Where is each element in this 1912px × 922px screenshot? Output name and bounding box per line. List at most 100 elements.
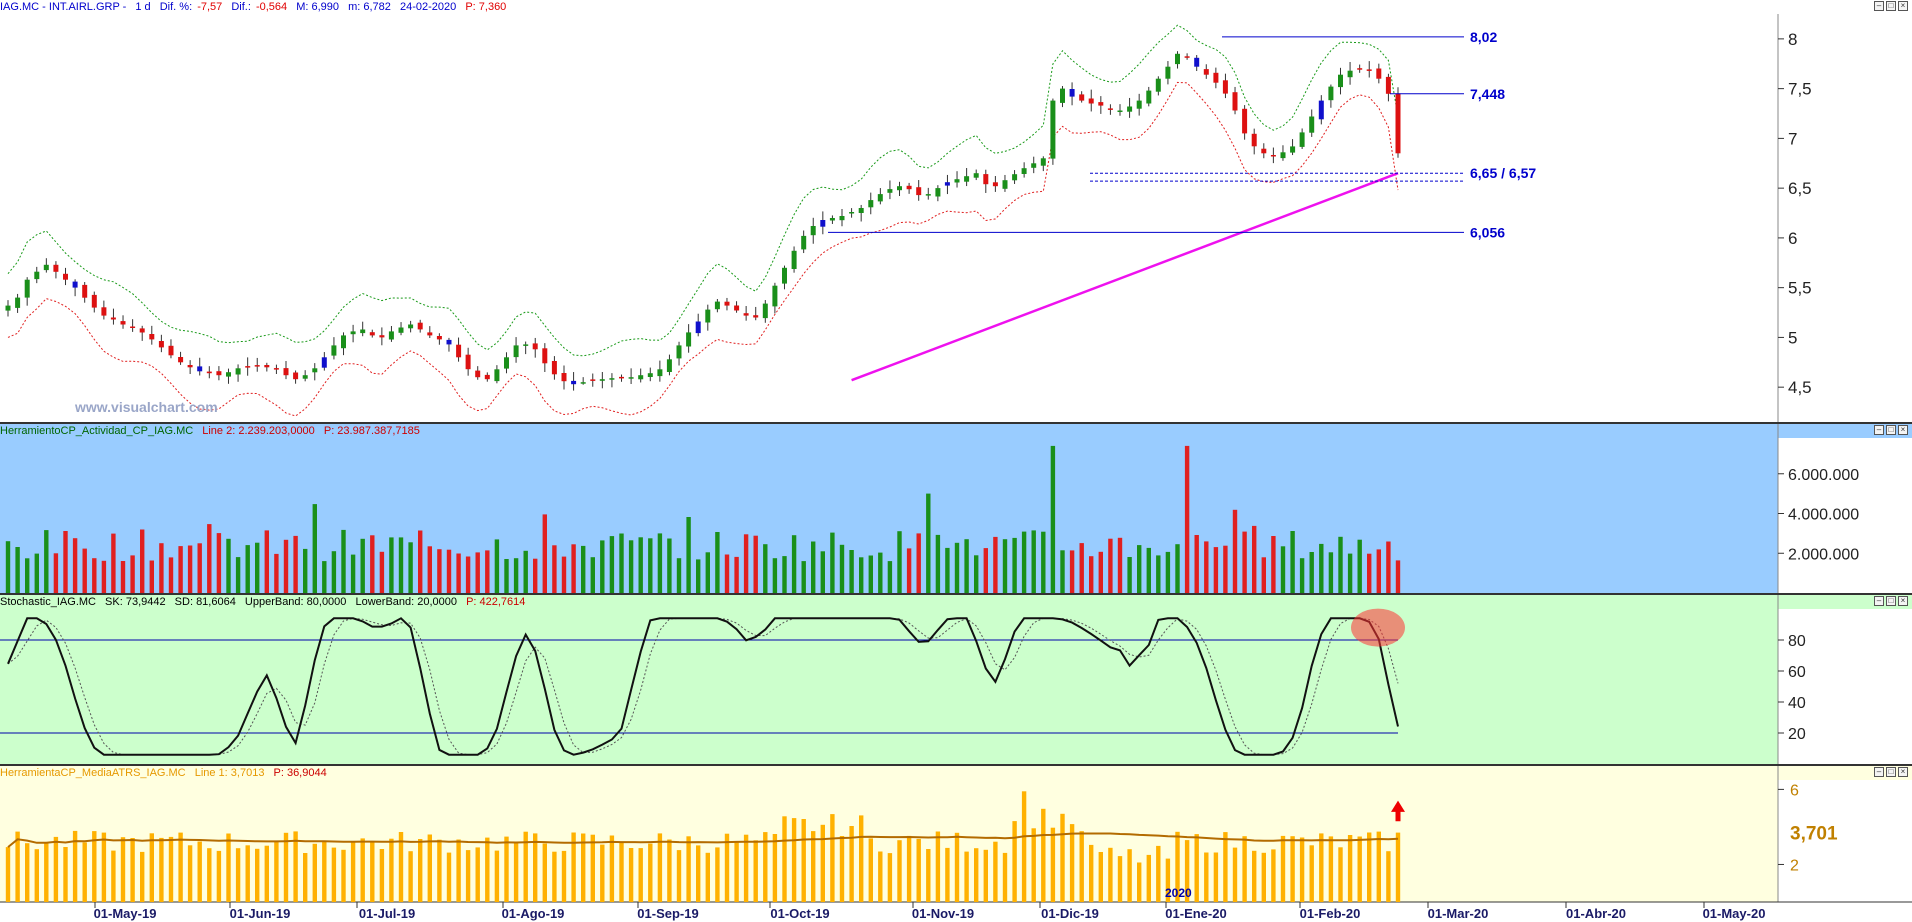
atr-bar bbox=[628, 848, 634, 902]
atr-minimize-icon[interactable]: – bbox=[1874, 767, 1884, 777]
atr-bar bbox=[763, 832, 768, 902]
minimize-icon[interactable]: – bbox=[1874, 1, 1884, 11]
activity-bar bbox=[676, 558, 682, 593]
watermark: www.visualchart.com bbox=[74, 399, 218, 415]
candle-body bbox=[456, 344, 462, 358]
activity-bar bbox=[1108, 538, 1113, 593]
atr-bar bbox=[906, 835, 912, 902]
activity-bar bbox=[255, 542, 260, 593]
stoch-close-icon[interactable]: × bbox=[1898, 596, 1908, 606]
candle-body bbox=[388, 331, 394, 340]
activity-bar bbox=[283, 539, 289, 593]
stochastic-panel-header: Stochastic_IAG.MC SK: 73,9442 SD: 81,606… bbox=[0, 595, 1912, 609]
activity-bar bbox=[5, 541, 11, 593]
activity-bar bbox=[197, 543, 202, 593]
atr-bar bbox=[657, 833, 663, 902]
activity-bar bbox=[619, 533, 624, 593]
atr-bar bbox=[1347, 835, 1353, 902]
atr-bar bbox=[197, 841, 202, 902]
activity-bar bbox=[811, 541, 816, 593]
chart-window: IAG.MC - INT.AIRL.GRP - 1 d Dif. %: -7,5… bbox=[0, 0, 1912, 922]
activity-bar bbox=[235, 557, 241, 593]
atr-bar bbox=[542, 843, 547, 902]
activity-bar bbox=[628, 540, 634, 593]
atr-maximize-icon[interactable]: □ bbox=[1886, 767, 1896, 777]
candle-body bbox=[331, 345, 337, 356]
candle-body bbox=[925, 194, 931, 196]
candle-body bbox=[897, 186, 902, 191]
atr-bar bbox=[638, 848, 643, 902]
activity-bar bbox=[341, 529, 346, 593]
atr-bar bbox=[782, 816, 787, 902]
atr-bar bbox=[1232, 847, 1238, 902]
candle-body bbox=[1175, 53, 1180, 65]
activity-minimize-icon[interactable]: – bbox=[1874, 425, 1884, 435]
level-label: 6,65 / 6,57 bbox=[1470, 165, 1536, 181]
atr-close-icon[interactable]: × bbox=[1898, 767, 1908, 777]
candle-body bbox=[1385, 76, 1391, 94]
close-icon[interactable]: × bbox=[1898, 1, 1908, 11]
candle-body bbox=[580, 382, 586, 384]
level-label: 6,056 bbox=[1470, 224, 1505, 240]
activity-bar bbox=[350, 554, 356, 593]
atr-bar bbox=[571, 832, 576, 902]
atr-bar bbox=[341, 849, 346, 902]
atr-bar bbox=[408, 851, 413, 902]
candle-body bbox=[964, 176, 970, 182]
activity-bar bbox=[542, 514, 547, 593]
atr-bar bbox=[791, 818, 797, 902]
atr-bar bbox=[255, 848, 260, 902]
candle-body bbox=[283, 368, 289, 376]
activity-panel-header: HerramientoCP_Actividad_CP_IAG.MC Line 2… bbox=[0, 424, 1912, 438]
activity-bar bbox=[533, 558, 538, 593]
activity-bar bbox=[418, 530, 423, 593]
activity-close-icon[interactable]: × bbox=[1898, 425, 1908, 435]
atr-bar bbox=[945, 847, 950, 902]
stoch-minimize-icon[interactable]: – bbox=[1874, 596, 1884, 606]
activity-bar bbox=[1271, 536, 1276, 593]
atr-bar bbox=[1175, 831, 1180, 902]
atr-bar bbox=[533, 833, 538, 902]
time-tick-label: 01-Feb-20 bbox=[1300, 906, 1361, 921]
activity-bar bbox=[705, 552, 710, 593]
activity-maximize-icon[interactable]: □ bbox=[1886, 425, 1896, 435]
atr-bar bbox=[293, 831, 298, 902]
activity-bar bbox=[1252, 525, 1257, 593]
candle-body bbox=[446, 339, 452, 345]
atr-bar bbox=[1204, 852, 1209, 902]
activity-bar bbox=[216, 533, 222, 593]
candle-body bbox=[427, 332, 433, 336]
candle-body bbox=[1050, 100, 1056, 159]
candle-body bbox=[1290, 146, 1296, 153]
activity-p: P: 23.987.387,7185 bbox=[323, 425, 420, 437]
atr-panel-bg bbox=[0, 780, 1778, 902]
candle-body bbox=[91, 294, 97, 308]
activity-bar bbox=[801, 561, 806, 593]
candle-body bbox=[465, 354, 471, 370]
activity-bar bbox=[974, 555, 979, 593]
candle-body bbox=[839, 216, 845, 221]
atr-name: HerramientaCP_MediaATRS_IAG.MC bbox=[0, 767, 186, 779]
candle-body bbox=[321, 357, 327, 368]
activity-bar bbox=[1213, 547, 1219, 593]
stoch-maximize-icon[interactable]: □ bbox=[1886, 596, 1896, 606]
maximize-icon[interactable]: □ bbox=[1886, 1, 1896, 11]
atr-bar bbox=[1156, 845, 1161, 902]
activity-bar bbox=[1309, 552, 1314, 593]
atr-bar bbox=[1002, 852, 1008, 902]
activity-bar bbox=[954, 542, 960, 593]
candle-body bbox=[293, 372, 299, 380]
activity-bar bbox=[494, 539, 500, 593]
candle-body bbox=[312, 368, 318, 373]
activity-bar bbox=[1386, 541, 1391, 593]
atr-bar bbox=[705, 852, 710, 902]
candle-body bbox=[676, 345, 682, 359]
candle-body bbox=[350, 331, 356, 335]
trend-line bbox=[851, 172, 1399, 382]
candle-body bbox=[197, 366, 203, 372]
atr-bar bbox=[446, 852, 452, 902]
activity-bar bbox=[475, 552, 480, 593]
candle-body bbox=[599, 379, 605, 381]
candle-body bbox=[638, 375, 644, 380]
atr-bar bbox=[370, 841, 375, 902]
